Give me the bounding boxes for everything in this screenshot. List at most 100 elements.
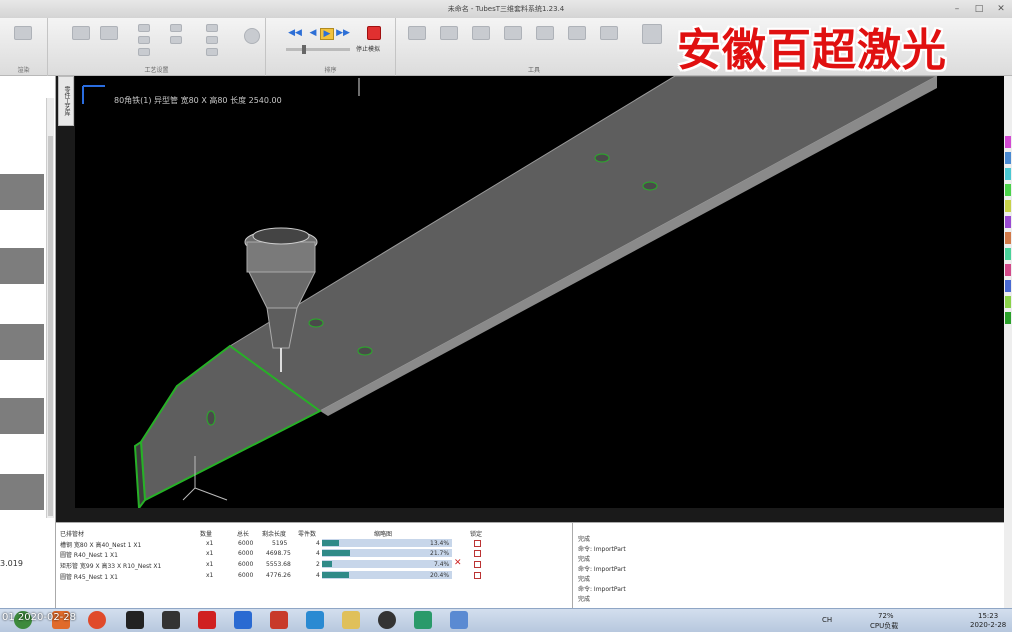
axis-indicator [182, 487, 196, 501]
row-name[interactable]: 槽钢 宽80 X 高40_Nest 1 X1 [60, 540, 141, 549]
cut-hole [206, 410, 216, 426]
minimize-button[interactable]: – [946, 0, 968, 18]
small-tool-icon[interactable] [206, 24, 218, 32]
tool-icon[interactable] [472, 26, 490, 40]
chrome-icon[interactable] [88, 611, 106, 629]
color-swatch[interactable] [1005, 184, 1011, 196]
tool-icon[interactable] [504, 26, 522, 40]
small-tool-icon[interactable] [206, 36, 218, 44]
select-tool-icon[interactable] [14, 26, 32, 40]
tool-icon[interactable] [536, 26, 554, 40]
input-language[interactable]: CH [822, 616, 832, 624]
clock-time[interactable]: 15:23 [978, 612, 998, 620]
row-remain: 4698.75 [266, 550, 291, 557]
tool-icon[interactable] [568, 26, 586, 40]
maximize-button[interactable]: □ [968, 0, 990, 18]
taskbar-app-icon[interactable] [414, 611, 432, 629]
row-total: 6000 [238, 550, 254, 557]
row-name[interactable]: 圆管 R45_Nest 1 X1 [60, 572, 118, 581]
row-qty: x1 [206, 561, 214, 568]
tube-top-face [229, 76, 938, 412]
play-icon[interactable]: ▶ [320, 28, 334, 40]
color-swatch[interactable] [1005, 168, 1011, 180]
3d-viewport[interactable] [75, 76, 1004, 508]
obs-icon[interactable] [378, 611, 396, 629]
color-swatch[interactable] [1005, 200, 1011, 212]
row-remain: 4776.26 [266, 572, 291, 579]
list-item[interactable] [0, 174, 44, 210]
color-swatch[interactable] [1005, 152, 1011, 164]
list-item[interactable] [0, 248, 44, 284]
left-part-list: 3.019 [0, 76, 56, 608]
list-item[interactable] [0, 324, 44, 360]
util-bar-bg [322, 560, 452, 568]
row-parts: 4 [316, 540, 320, 547]
color-swatch[interactable] [1005, 264, 1011, 276]
tab-part-process-library[interactable]: 零件工艺库 [58, 76, 74, 126]
small-tool-icon[interactable] [138, 36, 150, 44]
stop-simulation-button[interactable] [367, 26, 381, 40]
sphere-tool-icon[interactable] [244, 28, 260, 44]
row-name[interactable]: 圆管 R40_Nest 1 X1 [60, 550, 118, 559]
color-swatch[interactable] [1005, 136, 1011, 148]
small-tool-icon[interactable] [138, 24, 150, 32]
speed-slider[interactable] [286, 48, 350, 51]
tool-icon[interactable] [408, 26, 426, 40]
cut-tool-icon[interactable] [100, 26, 118, 40]
close-button[interactable]: ✕ [990, 0, 1012, 18]
first-frame-icon[interactable]: ◀◀ [288, 28, 302, 38]
command-log-panel[interactable] [572, 522, 1004, 608]
taskbar-app-icon[interactable] [450, 611, 468, 629]
log-line: 完成 [578, 536, 591, 543]
small-tool-icon[interactable] [206, 48, 218, 56]
list-item[interactable] [0, 398, 44, 434]
color-swatch[interactable] [1005, 296, 1011, 308]
ribbon-group-tools: 工具 [396, 18, 672, 76]
mail-app-icon[interactable] [198, 611, 216, 629]
error-x-icon: ✕ [454, 558, 462, 568]
color-swatch[interactable] [1005, 216, 1011, 228]
row-name[interactable]: 矩形管 宽99 X 高33 X R10_Nest X1 [60, 561, 161, 570]
row-pct: 13.4% [430, 540, 450, 547]
solidworks-icon[interactable] [270, 611, 288, 629]
lock-checkbox[interactable] [474, 540, 481, 547]
ribbon-group-label: 工具 [527, 67, 540, 74]
ribbon-group-sort: ◀◀ ◀ ▶ ▶▶ 停止模拟 排序 [266, 18, 396, 76]
speed-slider-knob[interactable] [302, 45, 306, 54]
small-tool-icon[interactable] [170, 24, 182, 32]
tool-icon[interactable] [440, 26, 458, 40]
color-swatch[interactable] [1005, 312, 1011, 324]
cut-hole [308, 318, 324, 328]
prev-frame-icon[interactable]: ◀ [306, 28, 320, 38]
color-swatch[interactable] [1005, 248, 1011, 260]
folder-icon[interactable] [342, 611, 360, 629]
lock-checkbox[interactable] [474, 572, 481, 579]
color-swatch[interactable] [1005, 232, 1011, 244]
taskbar-app-icon[interactable] [306, 611, 324, 629]
lead-tool-icon[interactable] [72, 26, 90, 40]
settings-app-icon[interactable] [162, 611, 180, 629]
lock-checkbox[interactable] [474, 550, 481, 557]
grid-icon[interactable] [642, 24, 662, 44]
cpu-label: CPU负载 [870, 622, 899, 630]
recording-date-overlay: 01 2020-02-28 [2, 612, 77, 623]
ribbon-group-label: 渲染 [17, 67, 30, 74]
tubest-app-icon[interactable] [126, 611, 144, 629]
row-qty: x1 [206, 572, 214, 579]
color-swatch[interactable] [1005, 280, 1011, 292]
windows-taskbar [0, 608, 1012, 632]
taskbar-app-icon[interactable] [234, 611, 252, 629]
small-tool-icon[interactable] [138, 48, 150, 56]
row-parts: 4 [316, 572, 320, 579]
small-tool-icon[interactable] [170, 36, 182, 44]
clock-date[interactable]: 2020-2-28 [970, 621, 1006, 629]
tool-icon[interactable] [600, 26, 618, 40]
col-header-lock: 锁定 [470, 531, 483, 538]
lock-checkbox[interactable] [474, 561, 481, 568]
next-frame-icon[interactable]: ▶▶ [336, 28, 350, 38]
row-qty: x1 [206, 550, 214, 557]
left-scrollbar-thumb[interactable] [48, 136, 53, 516]
list-item[interactable] [0, 474, 44, 510]
col-header-tube: 已排管材 [60, 531, 85, 538]
col-header-qty: 数量 [200, 531, 213, 538]
